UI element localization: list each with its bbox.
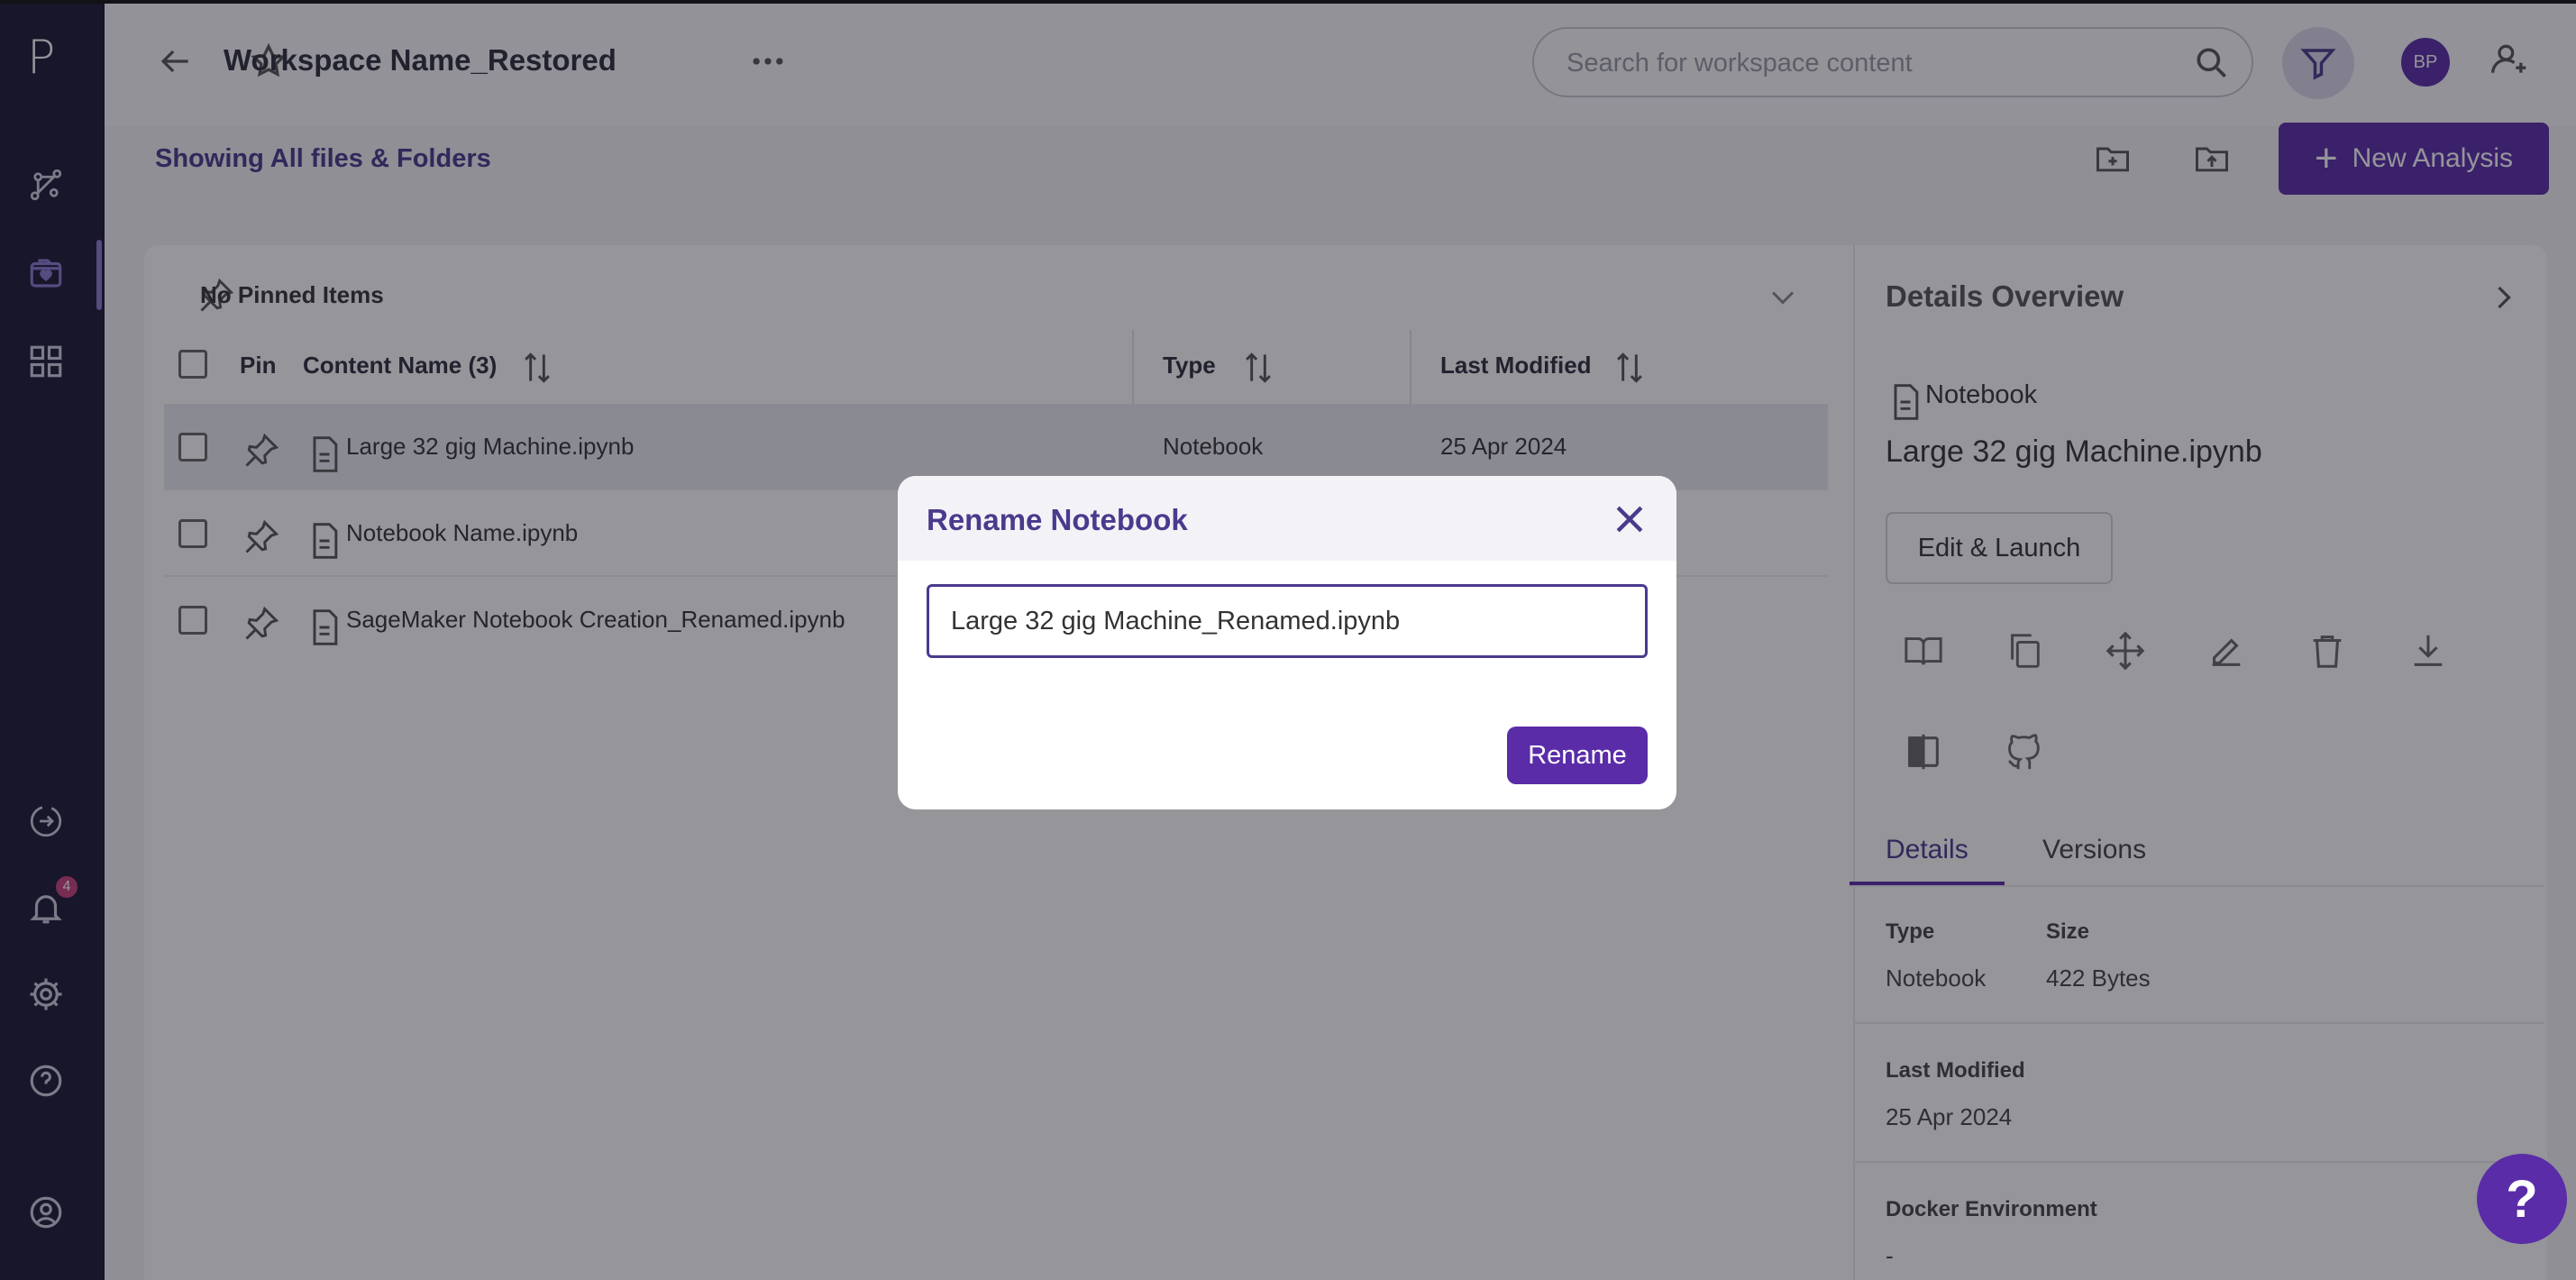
help-chat-button[interactable]: ? (2477, 1154, 2567, 1244)
dialog-title: Rename Notebook (927, 503, 1188, 536)
dialog-header: Rename Notebook (898, 476, 1676, 561)
rename-dialog: Rename Notebook Rename (898, 476, 1676, 809)
rename-input[interactable] (927, 584, 1648, 658)
close-icon[interactable] (1610, 499, 1649, 539)
rename-button[interactable]: Rename (1507, 727, 1648, 784)
